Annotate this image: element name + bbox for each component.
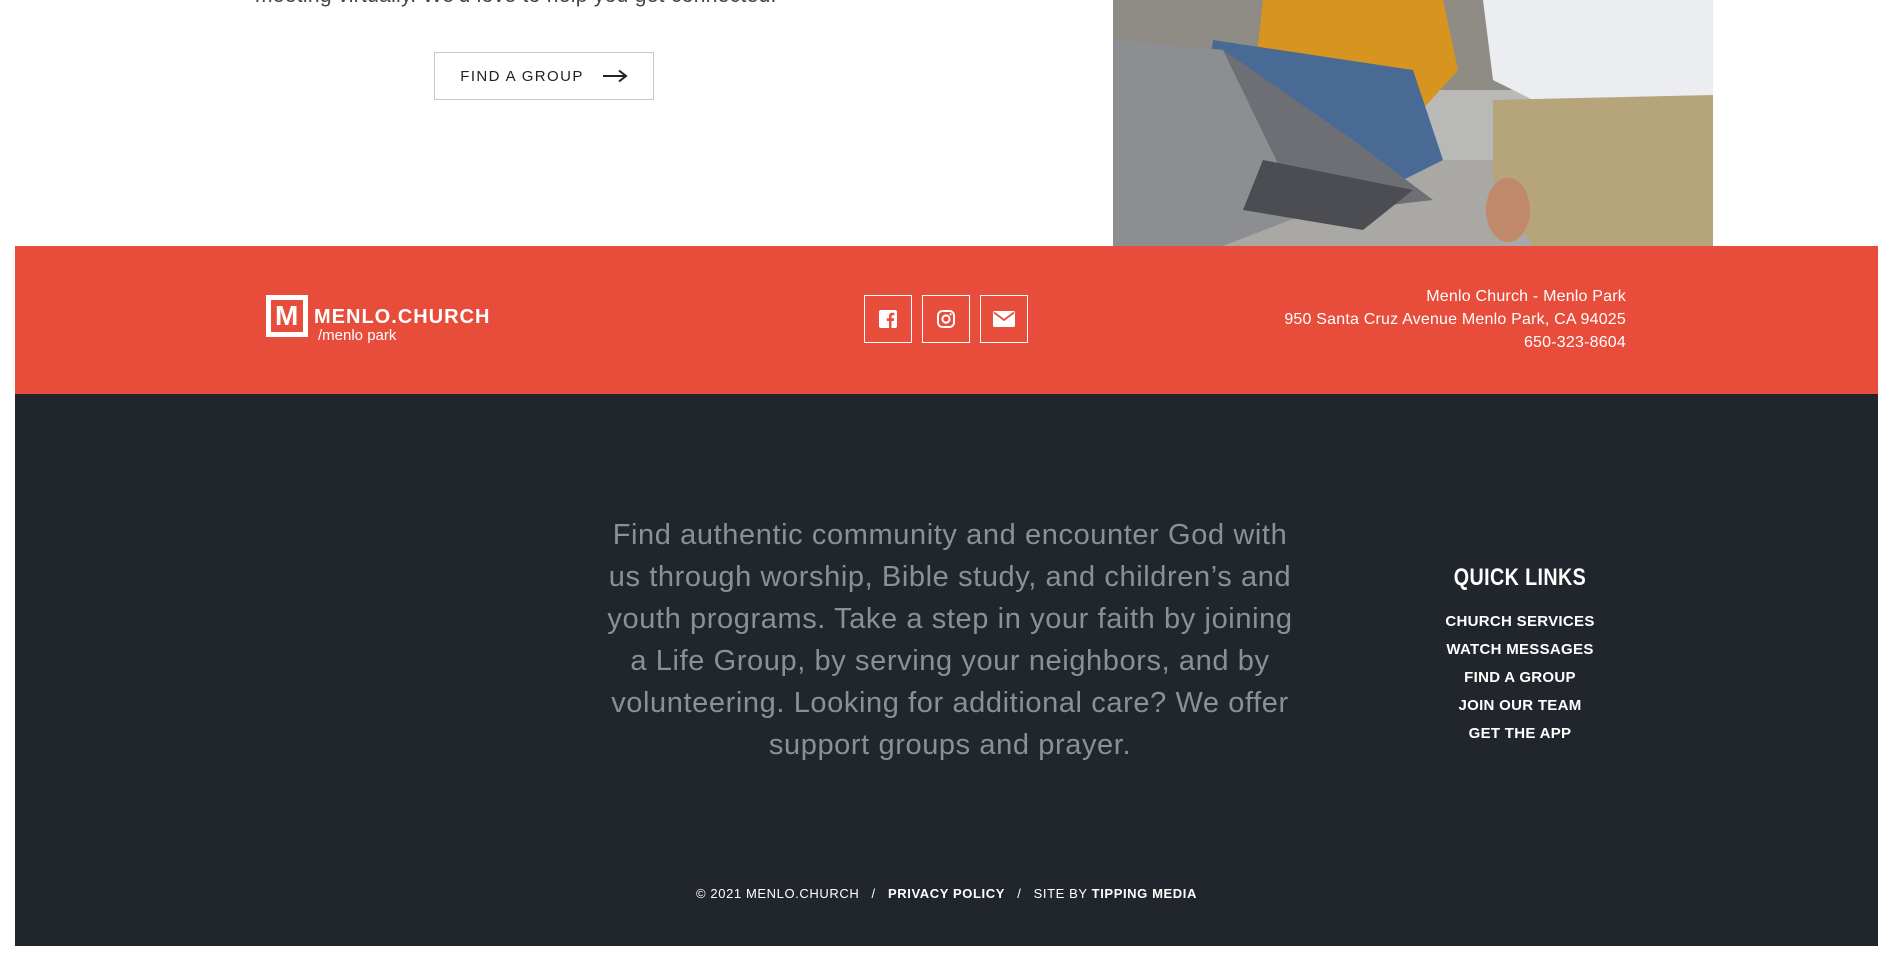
legal-bar: © 2021 MENLO.CHURCH / PRIVACY POLICY / S… xyxy=(15,886,1878,901)
separator: / xyxy=(1017,886,1022,901)
logo-title: MENLO.CHURCH xyxy=(314,306,491,328)
quick-link-watch-messages[interactable]: WATCH MESSAGES xyxy=(1420,636,1620,664)
church-info-band: M MENLO.CHURCH /menlo park Menlo Church … xyxy=(15,246,1878,394)
quick-link-join-our-team[interactable]: JOIN OUR TEAM xyxy=(1420,692,1620,720)
church-address: Menlo Church - Menlo Park 950 Santa Cruz… xyxy=(1284,285,1626,354)
privacy-policy-link[interactable]: PRIVACY POLICY xyxy=(888,886,1005,901)
quick-links: QUICK LINKS CHURCH SERVICES WATCH MESSAG… xyxy=(1420,564,1620,748)
mission-blurb: Find authentic community and encounter G… xyxy=(607,519,1293,761)
top-section: meeting virtually. We'd love to help you… xyxy=(0,0,1892,246)
email-button[interactable] xyxy=(980,295,1028,343)
find-a-group-label: FIND A GROUP xyxy=(460,67,584,85)
menlo-church-logo[interactable]: M MENLO.CHURCH /menlo park xyxy=(266,295,490,345)
tipping-media-link[interactable]: TIPPING MEDIA xyxy=(1092,886,1197,901)
logo-mark: M xyxy=(266,295,308,337)
quick-link-get-the-app[interactable]: GET THE APP xyxy=(1420,720,1620,748)
quick-link-find-a-group[interactable]: FIND A GROUP xyxy=(1420,664,1620,692)
mail-icon xyxy=(993,311,1015,327)
location-name: Menlo Church - Menlo Park xyxy=(1426,288,1626,305)
quick-links-title: QUICK LINKS xyxy=(1453,564,1587,591)
logo-mark-letter: M xyxy=(275,300,299,331)
logo-wordmark: MENLO.CHURCH /menlo park xyxy=(314,295,490,345)
intro-text-fragment: meeting virtually. We'd love to help you… xyxy=(255,0,777,8)
facebook-icon xyxy=(879,310,897,328)
logo-subtitle: /menlo park xyxy=(318,327,397,344)
facebook-button[interactable] xyxy=(864,295,912,343)
site-footer: Find authentic community and encounter G… xyxy=(15,394,1878,946)
street-address: 950 Santa Cruz Avenue Menlo Park, CA 940… xyxy=(1284,311,1626,328)
social-links xyxy=(864,295,1028,343)
phone-number[interactable]: 650-323-8604 xyxy=(1284,331,1626,354)
find-a-group-button[interactable]: FIND A GROUP xyxy=(434,52,654,100)
separator: / xyxy=(871,886,876,901)
site-by-label: SITE BY xyxy=(1033,886,1088,901)
arrow-right-icon xyxy=(602,69,628,83)
copyright: © 2021 MENLO.CHURCH xyxy=(696,886,860,901)
instagram-icon xyxy=(937,310,955,328)
quick-link-church-services[interactable]: CHURCH SERVICES xyxy=(1420,608,1620,636)
community-photo xyxy=(1113,0,1713,246)
instagram-button[interactable] xyxy=(922,295,970,343)
